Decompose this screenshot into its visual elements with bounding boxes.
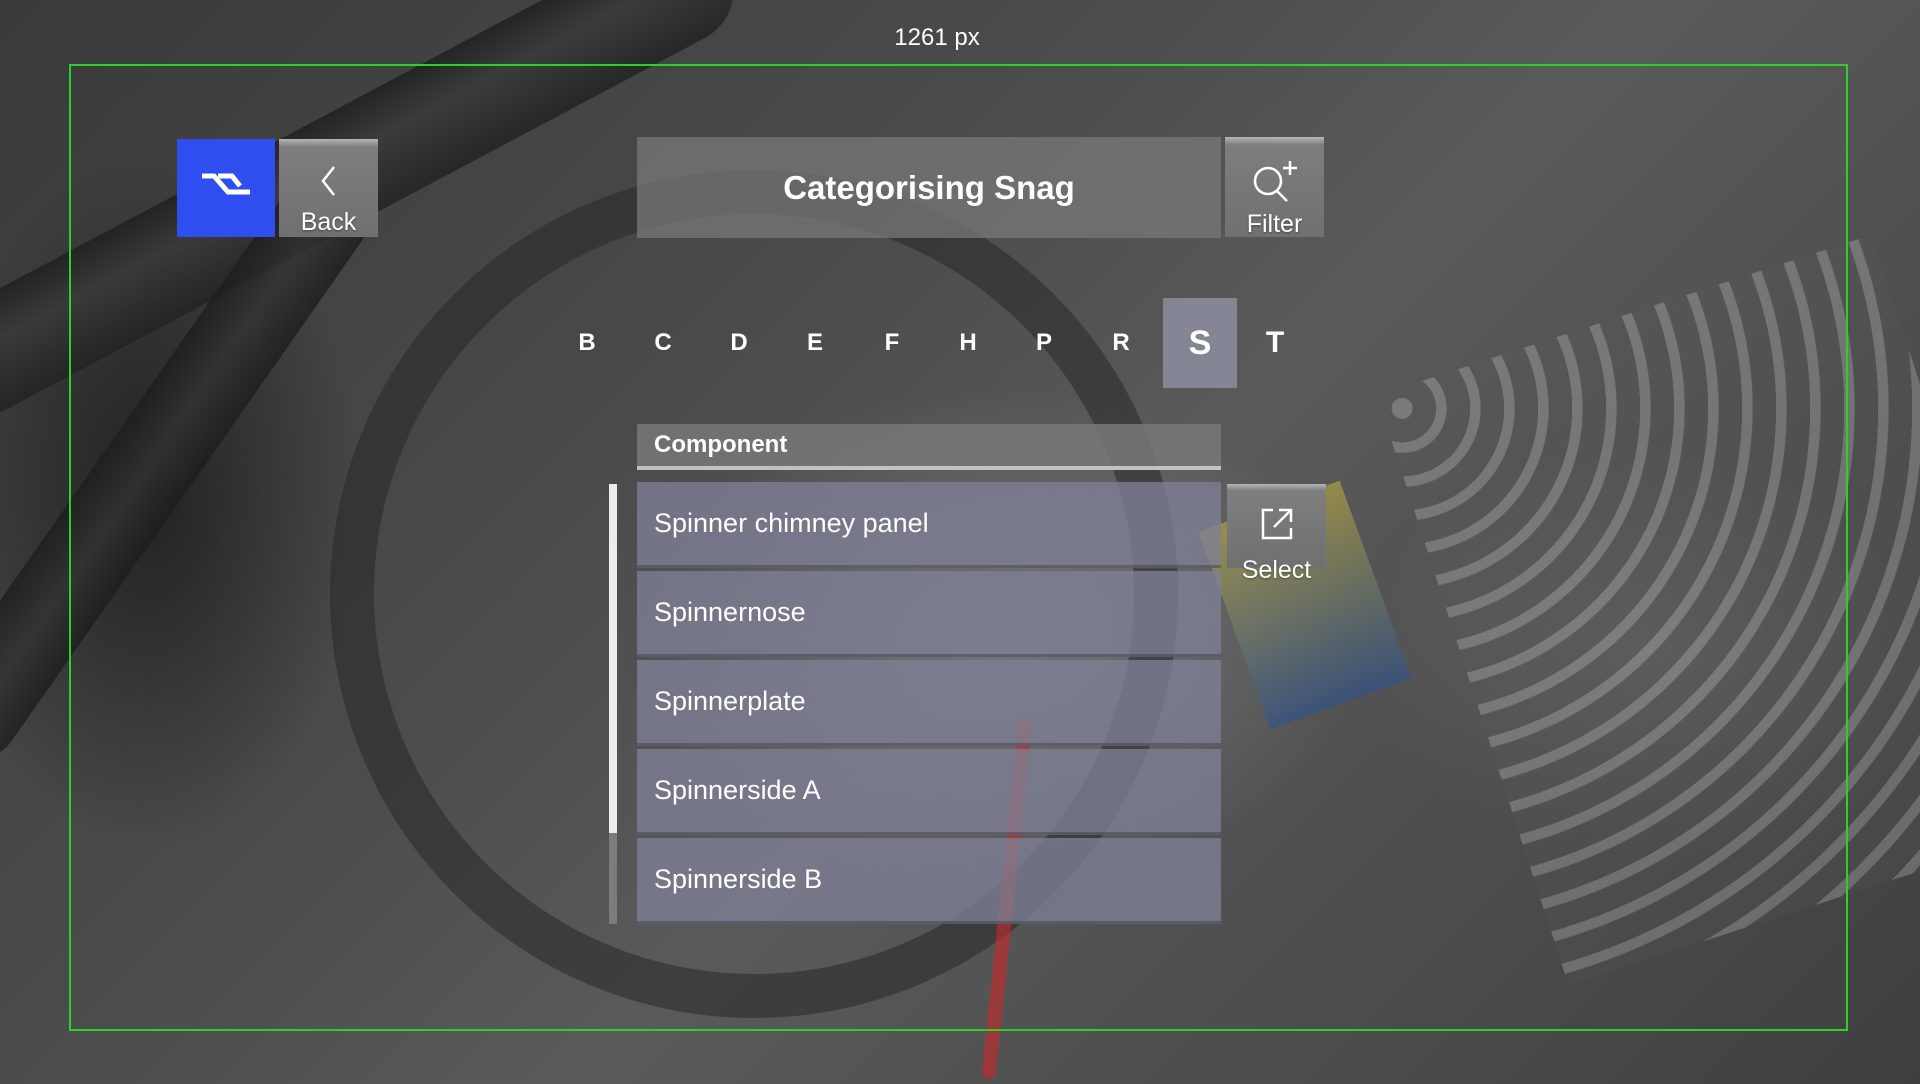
- list-item[interactable]: Spinnernose: [637, 571, 1221, 657]
- select-label: Select: [1241, 556, 1312, 584]
- page-title: Categorising Snag: [637, 137, 1221, 238]
- width-measure-label: 1261 px: [894, 24, 980, 51]
- list-item[interactable]: Spinner chimney panel: [637, 482, 1221, 568]
- search-plus-icon: [1248, 161, 1302, 202]
- filter-label: Filter: [1246, 210, 1303, 238]
- letter-e[interactable]: E: [778, 298, 852, 388]
- list-item[interactable]: Spinnerplate: [637, 660, 1221, 746]
- list-header-label: Component: [654, 431, 788, 458]
- letter-b[interactable]: B: [550, 298, 624, 388]
- camera-view-background: 1261 px Back Categorising Snag Filter B …: [0, 0, 1920, 1084]
- scrollbar-thumb[interactable]: [609, 484, 617, 833]
- home-button[interactable]: [177, 139, 275, 237]
- letter-c[interactable]: C: [626, 298, 700, 388]
- open-external-icon: [1259, 506, 1295, 542]
- home-logo-icon: [198, 168, 254, 209]
- list-scrollbar[interactable]: [609, 484, 617, 924]
- list-item[interactable]: Spinnerside A: [637, 749, 1221, 835]
- chevron-left-icon: [319, 163, 339, 199]
- component-list: Spinner chimney panel Spinnernose Spinne…: [637, 482, 1221, 927]
- list-item[interactable]: Spinnerside B: [637, 838, 1221, 924]
- back-button[interactable]: Back: [279, 139, 378, 237]
- letter-s-selected[interactable]: S: [1163, 298, 1237, 388]
- select-button[interactable]: Select: [1227, 484, 1326, 584]
- letter-f[interactable]: F: [855, 298, 929, 388]
- back-label: Back: [300, 208, 357, 236]
- letter-t[interactable]: T: [1238, 298, 1312, 388]
- filter-button[interactable]: Filter: [1225, 137, 1324, 238]
- letter-r[interactable]: R: [1084, 298, 1158, 388]
- letter-h[interactable]: H: [931, 298, 1005, 388]
- letter-d[interactable]: D: [702, 298, 776, 388]
- list-header: Component: [637, 424, 1221, 470]
- letter-p[interactable]: P: [1007, 298, 1081, 388]
